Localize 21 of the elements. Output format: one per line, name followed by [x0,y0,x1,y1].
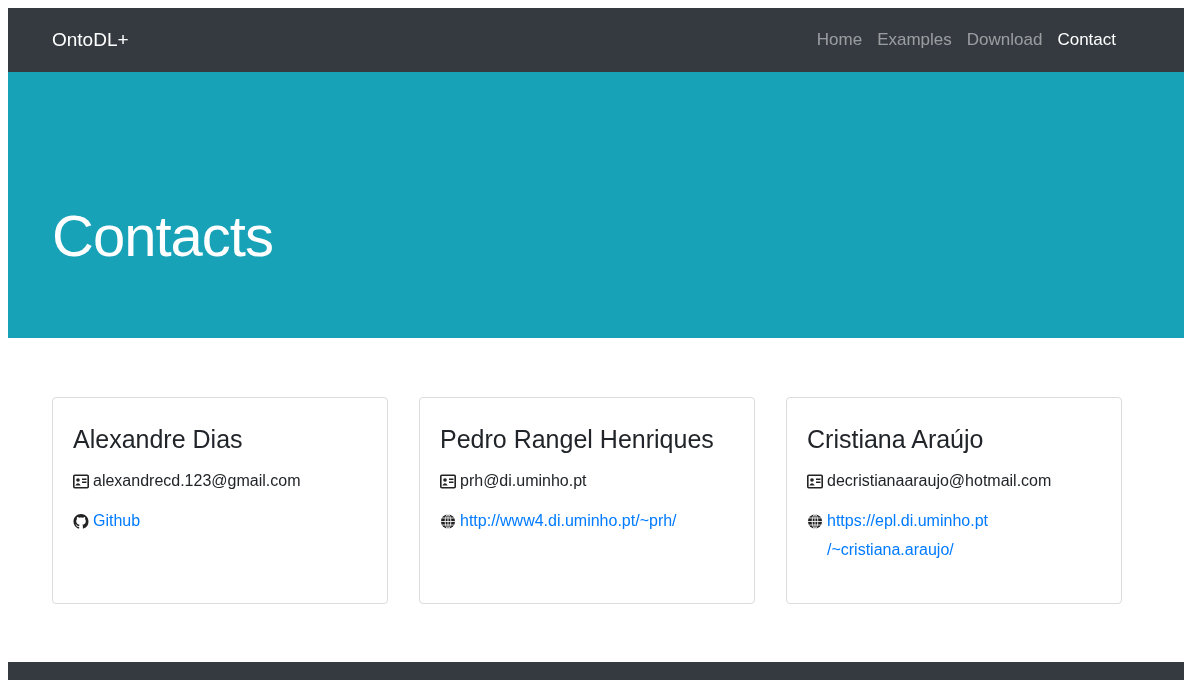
contact-name: Alexandre Dias [73,425,244,454]
contact-name: Cristiana Araújo [807,425,985,454]
globe-icon [440,514,456,529]
nav-link[interactable]: Examples [877,30,952,50]
website-link[interactable]: https://epl.di.uminho.pt /~cristiana.araujo/ [827,506,988,564]
contact-name: Pedro Rangel Henriques [440,425,715,454]
website-link[interactable]: http://www4.di.uminho.pt/~prh/ [460,506,677,535]
github-icon [73,514,89,529]
contact-card-icon [73,474,89,489]
globe-icon [807,514,823,529]
email-text: alexandrecd.123@gmail.com [93,472,301,490]
brand-link[interactable]: OntoDL+ [52,29,129,51]
contact-card-icon [807,474,823,489]
page-title: Contacts [52,201,273,269]
nav-link[interactable]: Home [816,30,863,50]
nav-link[interactable]: Download [966,30,1043,50]
email-text: prh@di.uminho.pt [460,472,587,490]
contact-card-icon [440,474,456,489]
website-link[interactable]: Github [93,506,141,535]
email-text: decristianaaraujo@hotmail.com [827,472,1052,490]
nav-link[interactable]: Contact [1057,30,1116,50]
